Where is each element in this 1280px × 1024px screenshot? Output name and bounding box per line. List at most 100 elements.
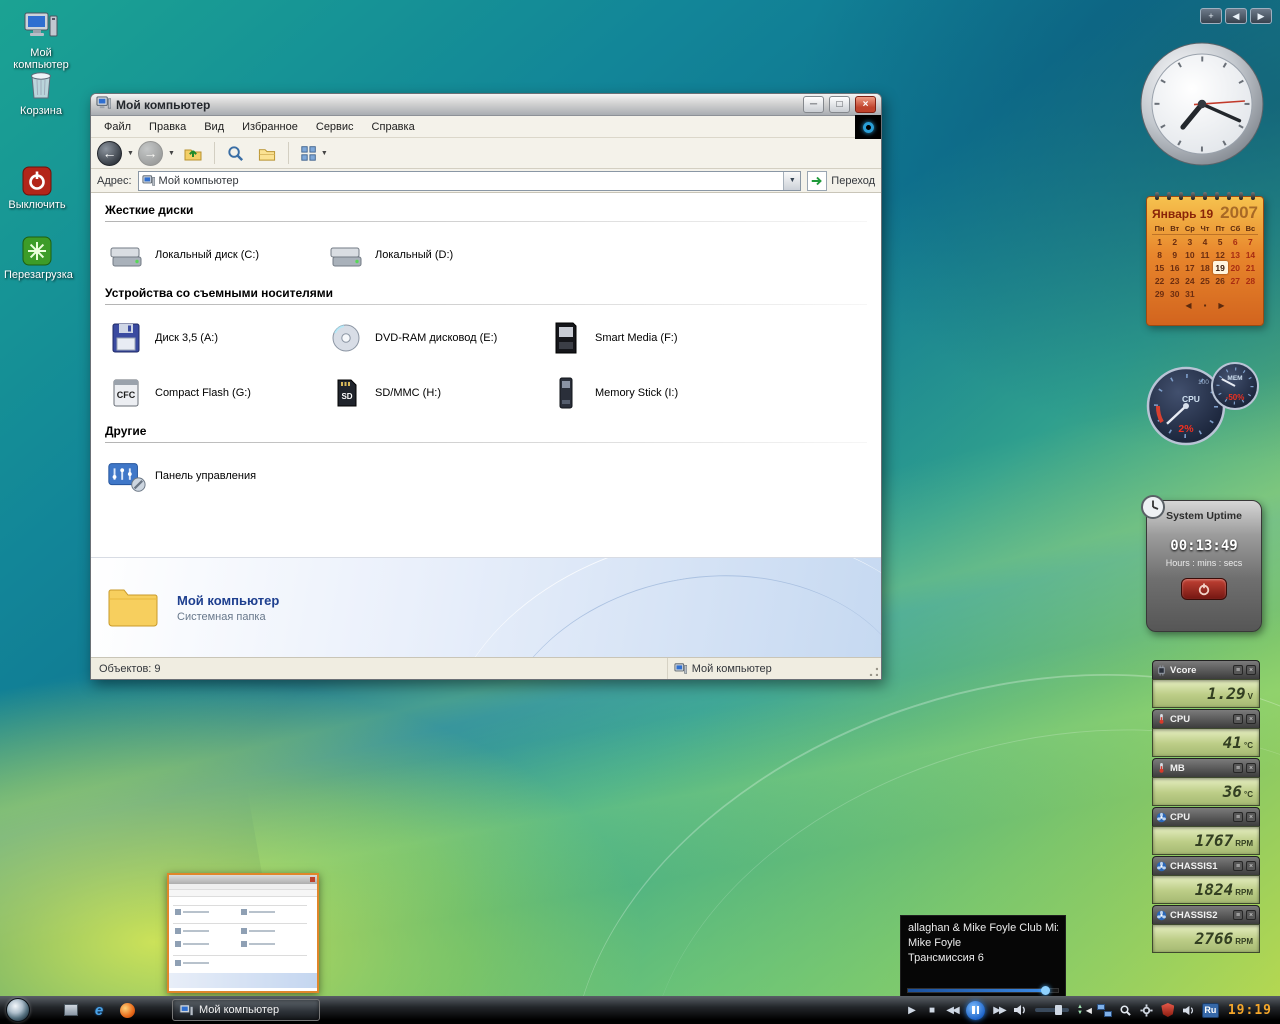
monitor-menu-button[interactable]: ≡	[1233, 714, 1243, 724]
drive-item-f[interactable]: Smart Media (F:)	[545, 310, 765, 365]
status-bar: Объектов: 9 Мой компьютер	[91, 657, 881, 679]
antivirus-shield-icon[interactable]	[1160, 1002, 1176, 1018]
player-progress-bar[interactable]	[907, 988, 1059, 993]
monitor-menu-button[interactable]: ≡	[1233, 812, 1243, 822]
show-desktop-icon[interactable]	[62, 1001, 80, 1019]
menu-item-favorites[interactable]: Избранное	[233, 118, 307, 136]
cpu-meter-widget[interactable]: CPU 100 2% MEM -50%	[1140, 352, 1266, 450]
volume-slider[interactable]	[1035, 1008, 1069, 1012]
monitor-close-button[interactable]: ×	[1246, 665, 1256, 675]
calendar-day: 1	[1152, 235, 1167, 248]
dock-add-button[interactable]: +	[1200, 8, 1222, 24]
monitor-close-button[interactable]: ×	[1246, 812, 1256, 822]
monitor-menu-button[interactable]: ≡	[1233, 861, 1243, 871]
volume-knob[interactable]	[1055, 1005, 1062, 1015]
calendar-day: 21	[1243, 261, 1258, 274]
firefox-icon[interactable]	[118, 1001, 136, 1019]
calendar-day: 28	[1243, 274, 1258, 287]
minimize-button[interactable]: ─	[803, 96, 824, 113]
go-button[interactable]: Переход	[807, 171, 875, 191]
hw-monitor-cpu-temp: CPU ≡ × 41°C	[1152, 709, 1260, 757]
desktop-icon-my-computer[interactable]: Мой компьютер	[8, 6, 74, 71]
menu-item-help[interactable]: Справка	[363, 118, 424, 136]
drive-item-g[interactable]: CFC Compact Flash (G:)	[105, 365, 325, 420]
go-arrow-icon	[807, 171, 827, 191]
close-button[interactable]: ×	[855, 96, 876, 113]
drive-item-c[interactable]: Локальный диск (C:)	[105, 227, 325, 282]
menu-item-edit[interactable]: Правка	[140, 118, 195, 136]
previous-button[interactable]: ◀◀	[946, 1002, 958, 1018]
control-panel-item[interactable]: Панель управления	[105, 448, 325, 503]
gear-icon[interactable]	[1139, 1002, 1155, 1018]
address-input[interactable]: Мой компьютер ▼	[138, 171, 802, 191]
volume-tray-icon[interactable]	[1181, 1002, 1197, 1018]
folders-button[interactable]	[253, 140, 281, 166]
calendar-day: 15	[1152, 261, 1167, 274]
lcd-display: 2766RPM	[1152, 924, 1260, 953]
monitor-menu-button[interactable]: ≡	[1233, 910, 1243, 920]
drive-item-d[interactable]: Локальный (D:)	[325, 227, 545, 282]
pause-button[interactable]	[966, 1001, 985, 1020]
resize-grip[interactable]	[866, 658, 881, 679]
forward-dropdown[interactable]: ▼	[168, 150, 175, 157]
drive-item-e[interactable]: DVD-RAM дисковод (E:)	[325, 310, 545, 365]
monitor-close-button[interactable]: ×	[1246, 861, 1256, 871]
monitor-menu-button[interactable]: ≡	[1233, 665, 1243, 675]
up-folder-icon	[183, 143, 203, 163]
language-indicator[interactable]: Ru	[1202, 1003, 1219, 1018]
next-button[interactable]: ▶▶	[993, 1002, 1005, 1018]
calendar-today-button[interactable]: ▪	[1204, 301, 1207, 310]
player-track: allaghan & Mike Foyle Club Mix)	[908, 921, 1058, 936]
drive-item-h[interactable]: SD SD/MMC (H:)	[325, 365, 545, 420]
up-button[interactable]	[179, 140, 207, 166]
go-label: Переход	[831, 175, 875, 187]
monitor-close-button[interactable]: ×	[1246, 763, 1256, 773]
menu-item-file[interactable]: Файл	[95, 118, 140, 136]
section-rule	[105, 221, 867, 222]
views-button[interactable]: ▼	[296, 140, 332, 166]
hdd-icon	[325, 234, 367, 276]
clock-widget[interactable]	[1138, 40, 1266, 168]
calendar-day: 17	[1182, 261, 1197, 274]
stop-button[interactable]: ■	[926, 1002, 938, 1018]
address-dropdown-button[interactable]: ▼	[783, 172, 800, 190]
desktop-icon-recycle-bin[interactable]: Корзина	[8, 64, 74, 117]
play-button[interactable]: ▶	[906, 1002, 918, 1018]
hidden-icons-chevron[interactable]: ◀	[1086, 1006, 1092, 1015]
dock-prev-button[interactable]: ◀	[1225, 8, 1247, 24]
network-icon[interactable]	[1097, 1002, 1113, 1018]
internet-explorer-icon[interactable]: e	[90, 1001, 108, 1019]
monitor-menu-button[interactable]: ≡	[1233, 763, 1243, 773]
hw-monitor-chassis2-fan: CHASSIS2 ≡ × 2766RPM	[1152, 905, 1260, 953]
forward-button[interactable]: →	[138, 141, 163, 166]
maximize-button[interactable]: □	[829, 96, 850, 113]
search-icon	[226, 144, 245, 163]
dock-next-button[interactable]: ▶	[1250, 8, 1272, 24]
calendar-day: 3	[1182, 235, 1197, 248]
desktop-icon-restart[interactable]: Перезагрузка	[4, 228, 70, 281]
start-button[interactable]	[6, 998, 30, 1022]
search-button[interactable]	[222, 140, 249, 166]
monitor-close-button[interactable]: ×	[1246, 910, 1256, 920]
menu-item-view[interactable]: Вид	[195, 118, 233, 136]
compact-flash-icon: CFC	[105, 372, 147, 414]
drive-item-i[interactable]: Memory Stick (I:)	[545, 365, 765, 420]
uptime-power-button[interactable]	[1181, 578, 1227, 600]
back-button[interactable]: ←	[97, 141, 122, 166]
calendar-prev-button[interactable]: ◀	[1185, 301, 1191, 310]
search-tray-icon[interactable]	[1118, 1002, 1134, 1018]
window-titlebar[interactable]: Мой компьютер ─ □ ×	[91, 94, 881, 116]
window-thumbnail-preview[interactable]	[167, 873, 319, 993]
volume-icon[interactable]	[1013, 1002, 1027, 1018]
desktop-icon-shutdown[interactable]: Выключить	[4, 158, 70, 211]
player-progress-knob[interactable]	[1041, 986, 1050, 995]
monitor-close-button[interactable]: ×	[1246, 714, 1256, 724]
taskbar-task-my-computer[interactable]: Мой компьютер	[172, 999, 320, 1021]
taskbar-clock[interactable]: 19:19	[1228, 1003, 1272, 1018]
back-dropdown[interactable]: ▼	[127, 150, 134, 157]
calendar-next-button[interactable]: ▶	[1218, 301, 1224, 310]
fan-icon	[1156, 910, 1167, 921]
menu-item-tools[interactable]: Сервис	[307, 118, 363, 136]
playlist-scroll-arrows[interactable]: ▲▼	[1077, 1004, 1083, 1016]
drive-item-a[interactable]: Диск 3,5 (A:)	[105, 310, 325, 365]
